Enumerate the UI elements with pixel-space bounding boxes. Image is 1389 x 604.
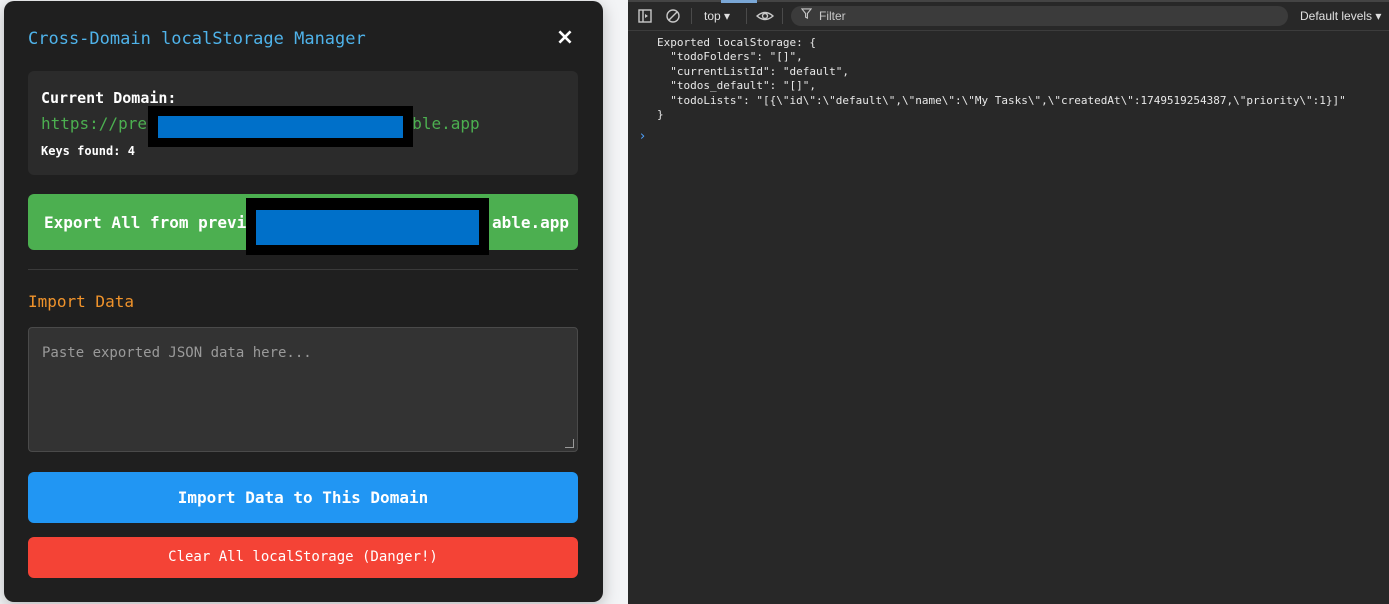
console-toolbar: top ▾ Filter Default levels ▾ (628, 3, 1389, 31)
devtools-console-panel: top ▾ Filter Default levels ▾ Exported l… (628, 0, 1389, 604)
toolbar-separator (782, 8, 783, 24)
resize-handle-icon[interactable] (565, 439, 574, 448)
import-data-button[interactable]: Import Data to This Domain (28, 472, 578, 523)
console-prompt-icon[interactable]: › (640, 129, 645, 144)
redaction-fill (158, 116, 403, 138)
close-icon[interactable]: × (554, 27, 576, 49)
console-line: "todoLists": "[{\"id\":\"default\",\"nam… (657, 94, 1346, 107)
export-label-suffix: able.app (492, 213, 570, 232)
console-line: "todoFolders": "[]", (657, 50, 803, 63)
filter-placeholder: Filter (819, 9, 846, 23)
console-line: "todos_default": "[]", (657, 79, 816, 92)
toolbar-separator (746, 8, 747, 24)
console-line: "currentListId": "default", (657, 65, 850, 78)
section-divider (28, 269, 578, 270)
modal-title: Cross-Domain localStorage Manager (28, 29, 366, 49)
import-placeholder: Paste exported JSON data here... (42, 345, 312, 361)
domain-url-prefix: https://pre (41, 114, 147, 133)
eye-icon[interactable] (755, 8, 775, 24)
current-domain-label: Current Domain: (41, 89, 177, 107)
keys-found-count: Keys found: 4 (41, 144, 135, 158)
context-selector[interactable]: top ▾ (704, 8, 730, 24)
log-levels-dropdown[interactable]: Default levels ▾ (1300, 8, 1381, 24)
redaction-box (246, 198, 489, 255)
toolbar-separator (691, 8, 692, 24)
redaction-fill (256, 210, 479, 245)
sidebar-toggle-icon[interactable] (637, 8, 653, 24)
filter-icon (800, 8, 813, 22)
console-filter-input[interactable]: Filter (791, 6, 1288, 26)
clear-console-icon[interactable] (665, 8, 681, 24)
import-section-title: Import Data (28, 292, 134, 311)
export-label-prefix: Export All from previ (44, 213, 247, 232)
console-line: Exported localStorage: { (657, 36, 816, 49)
storage-manager-modal: Cross-Domain localStorage Manager × Curr… (4, 1, 603, 602)
export-all-button[interactable]: Export All from previ able.app (28, 194, 578, 255)
domain-url-suffix: able.app (402, 114, 480, 133)
import-json-textarea[interactable]: Paste exported JSON data here... (28, 327, 578, 452)
console-line: } (657, 108, 664, 121)
current-domain-panel: Current Domain: https://pre able.app Key… (28, 71, 578, 175)
clear-storage-button[interactable]: Clear All localStorage (Danger!) (28, 537, 578, 578)
redaction-box (148, 106, 413, 147)
